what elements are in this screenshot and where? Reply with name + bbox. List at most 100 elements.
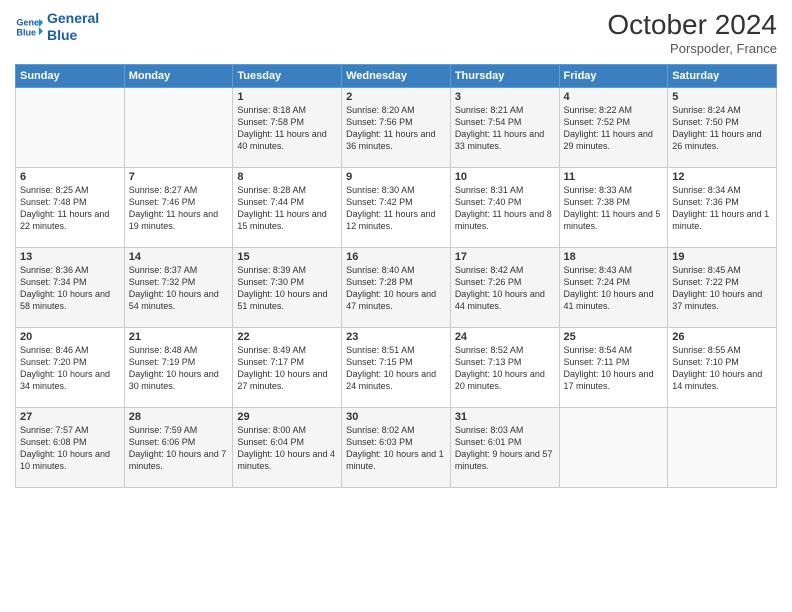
day-info: Sunrise: 8:21 AMSunset: 7:54 PMDaylight:…: [455, 105, 544, 151]
day-number: 11: [564, 171, 664, 183]
day-info: Sunrise: 8:40 AMSunset: 7:28 PMDaylight:…: [346, 265, 436, 311]
day-number: 29: [237, 411, 337, 423]
day-info: Sunrise: 8:55 AMSunset: 7:10 PMDaylight:…: [672, 345, 762, 391]
day-info: Sunrise: 8:30 AMSunset: 7:42 PMDaylight:…: [346, 185, 435, 231]
calendar-cell: [16, 87, 125, 167]
col-thursday: Thursday: [450, 64, 559, 87]
day-number: 23: [346, 331, 446, 343]
header-row: Sunday Monday Tuesday Wednesday Thursday…: [16, 64, 777, 87]
calendar-cell: 17 Sunrise: 8:42 AMSunset: 7:26 PMDaylig…: [450, 247, 559, 327]
day-number: 12: [672, 171, 772, 183]
day-number: 3: [455, 91, 555, 103]
day-number: 5: [672, 91, 772, 103]
calendar-cell: 26 Sunrise: 8:55 AMSunset: 7:10 PMDaylig…: [668, 327, 777, 407]
day-number: 21: [129, 331, 229, 343]
day-info: Sunrise: 8:37 AMSunset: 7:32 PMDaylight:…: [129, 265, 219, 311]
calendar-cell: 4 Sunrise: 8:22 AMSunset: 7:52 PMDayligh…: [559, 87, 668, 167]
day-info: Sunrise: 8:39 AMSunset: 7:30 PMDaylight:…: [237, 265, 327, 311]
day-number: 8: [237, 171, 337, 183]
logo-line2: Blue: [47, 27, 99, 44]
day-number: 31: [455, 411, 555, 423]
day-info: Sunrise: 8:28 AMSunset: 7:44 PMDaylight:…: [237, 185, 326, 231]
calendar-cell: 5 Sunrise: 8:24 AMSunset: 7:50 PMDayligh…: [668, 87, 777, 167]
calendar-cell: 2 Sunrise: 8:20 AMSunset: 7:56 PMDayligh…: [342, 87, 451, 167]
calendar-cell: 14 Sunrise: 8:37 AMSunset: 7:32 PMDaylig…: [124, 247, 233, 327]
calendar-cell: 24 Sunrise: 8:52 AMSunset: 7:13 PMDaylig…: [450, 327, 559, 407]
day-info: Sunrise: 8:52 AMSunset: 7:13 PMDaylight:…: [455, 345, 545, 391]
week-row-4: 27 Sunrise: 7:57 AMSunset: 6:08 PMDaylig…: [16, 407, 777, 487]
logo: General Blue General Blue: [15, 10, 99, 44]
calendar-cell: 9 Sunrise: 8:30 AMSunset: 7:42 PMDayligh…: [342, 167, 451, 247]
calendar-cell: 3 Sunrise: 8:21 AMSunset: 7:54 PMDayligh…: [450, 87, 559, 167]
day-info: Sunrise: 8:45 AMSunset: 7:22 PMDaylight:…: [672, 265, 762, 311]
day-number: 30: [346, 411, 446, 423]
col-sunday: Sunday: [16, 64, 125, 87]
logo-icon: General Blue: [15, 13, 43, 41]
col-wednesday: Wednesday: [342, 64, 451, 87]
calendar-cell: 7 Sunrise: 8:27 AMSunset: 7:46 PMDayligh…: [124, 167, 233, 247]
day-info: Sunrise: 8:49 AMSunset: 7:17 PMDaylight:…: [237, 345, 327, 391]
calendar-cell: 28 Sunrise: 7:59 AMSunset: 6:06 PMDaylig…: [124, 407, 233, 487]
day-info: Sunrise: 7:59 AMSunset: 6:06 PMDaylight:…: [129, 425, 227, 471]
day-info: Sunrise: 8:46 AMSunset: 7:20 PMDaylight:…: [20, 345, 110, 391]
day-number: 22: [237, 331, 337, 343]
page: General Blue General Blue October 2024 P…: [0, 0, 792, 612]
week-row-2: 13 Sunrise: 8:36 AMSunset: 7:34 PMDaylig…: [16, 247, 777, 327]
logo-line1: General: [47, 10, 99, 27]
day-info: Sunrise: 7:57 AMSunset: 6:08 PMDaylight:…: [20, 425, 110, 471]
calendar-cell: 16 Sunrise: 8:40 AMSunset: 7:28 PMDaylig…: [342, 247, 451, 327]
calendar-cell: 12 Sunrise: 8:34 AMSunset: 7:36 PMDaylig…: [668, 167, 777, 247]
day-number: 27: [20, 411, 120, 423]
day-info: Sunrise: 8:34 AMSunset: 7:36 PMDaylight:…: [672, 185, 769, 231]
calendar-cell: 20 Sunrise: 8:46 AMSunset: 7:20 PMDaylig…: [16, 327, 125, 407]
day-info: Sunrise: 8:24 AMSunset: 7:50 PMDaylight:…: [672, 105, 761, 151]
day-number: 13: [20, 251, 120, 263]
day-number: 18: [564, 251, 664, 263]
calendar-cell: 25 Sunrise: 8:54 AMSunset: 7:11 PMDaylig…: [559, 327, 668, 407]
day-info: Sunrise: 8:02 AMSunset: 6:03 PMDaylight:…: [346, 425, 444, 471]
col-tuesday: Tuesday: [233, 64, 342, 87]
day-info: Sunrise: 8:42 AMSunset: 7:26 PMDaylight:…: [455, 265, 545, 311]
col-saturday: Saturday: [668, 64, 777, 87]
calendar-cell: 22 Sunrise: 8:49 AMSunset: 7:17 PMDaylig…: [233, 327, 342, 407]
calendar-cell: 23 Sunrise: 8:51 AMSunset: 7:15 PMDaylig…: [342, 327, 451, 407]
day-info: Sunrise: 8:51 AMSunset: 7:15 PMDaylight:…: [346, 345, 436, 391]
week-row-3: 20 Sunrise: 8:46 AMSunset: 7:20 PMDaylig…: [16, 327, 777, 407]
svg-text:Blue: Blue: [16, 27, 36, 37]
day-number: 26: [672, 331, 772, 343]
calendar-cell: 8 Sunrise: 8:28 AMSunset: 7:44 PMDayligh…: [233, 167, 342, 247]
week-row-0: 1 Sunrise: 8:18 AMSunset: 7:58 PMDayligh…: [16, 87, 777, 167]
calendar-cell: 18 Sunrise: 8:43 AMSunset: 7:24 PMDaylig…: [559, 247, 668, 327]
day-info: Sunrise: 8:22 AMSunset: 7:52 PMDaylight:…: [564, 105, 653, 151]
calendar-cell: [124, 87, 233, 167]
calendar-cell: 10 Sunrise: 8:31 AMSunset: 7:40 PMDaylig…: [450, 167, 559, 247]
day-number: 10: [455, 171, 555, 183]
calendar-cell: 31 Sunrise: 8:03 AMSunset: 6:01 PMDaylig…: [450, 407, 559, 487]
col-monday: Monday: [124, 64, 233, 87]
day-info: Sunrise: 8:20 AMSunset: 7:56 PMDaylight:…: [346, 105, 435, 151]
day-number: 16: [346, 251, 446, 263]
day-number: 20: [20, 331, 120, 343]
day-info: Sunrise: 8:43 AMSunset: 7:24 PMDaylight:…: [564, 265, 654, 311]
calendar-cell: 27 Sunrise: 7:57 AMSunset: 6:08 PMDaylig…: [16, 407, 125, 487]
day-info: Sunrise: 8:03 AMSunset: 6:01 PMDaylight:…: [455, 425, 553, 471]
day-info: Sunrise: 8:31 AMSunset: 7:40 PMDaylight:…: [455, 185, 552, 231]
day-number: 19: [672, 251, 772, 263]
day-number: 2: [346, 91, 446, 103]
day-number: 17: [455, 251, 555, 263]
calendar-cell: 30 Sunrise: 8:02 AMSunset: 6:03 PMDaylig…: [342, 407, 451, 487]
calendar-cell: 13 Sunrise: 8:36 AMSunset: 7:34 PMDaylig…: [16, 247, 125, 327]
day-info: Sunrise: 8:54 AMSunset: 7:11 PMDaylight:…: [564, 345, 654, 391]
day-number: 6: [20, 171, 120, 183]
calendar-cell: [559, 407, 668, 487]
calendar-cell: 15 Sunrise: 8:39 AMSunset: 7:30 PMDaylig…: [233, 247, 342, 327]
calendar-cell: 21 Sunrise: 8:48 AMSunset: 7:19 PMDaylig…: [124, 327, 233, 407]
day-number: 4: [564, 91, 664, 103]
month-title: October 2024: [607, 10, 777, 41]
day-number: 14: [129, 251, 229, 263]
day-number: 24: [455, 331, 555, 343]
title-block: October 2024 Porspoder, France: [607, 10, 777, 56]
calendar-cell: 11 Sunrise: 8:33 AMSunset: 7:38 PMDaylig…: [559, 167, 668, 247]
day-info: Sunrise: 8:48 AMSunset: 7:19 PMDaylight:…: [129, 345, 219, 391]
logo-text: General Blue: [47, 10, 99, 44]
